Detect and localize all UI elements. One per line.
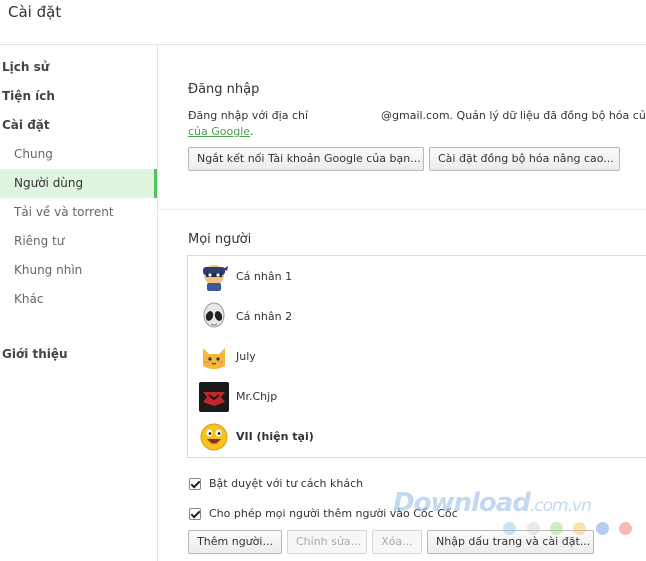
section-divider (158, 209, 646, 210)
guest-browsing-checkbox[interactable] (189, 478, 201, 490)
sidebar-item-users[interactable]: Người dùng (0, 169, 157, 198)
signin-description-period: . (250, 125, 254, 138)
people-list: Cá nhân 1 Cá nhân 2 July Mr.Chjp VII (hi… (187, 255, 646, 458)
person-name: Cá nhân 2 (236, 310, 293, 323)
download-watermark-logo: Download.com.vn (393, 488, 592, 518)
signin-description-line2: của Google. (188, 125, 254, 138)
google-dashboard-link[interactable]: của Google (188, 125, 250, 138)
watermark-dot (550, 522, 563, 535)
watermark-dot (596, 522, 609, 535)
watermark-dot (527, 522, 540, 535)
person-row[interactable]: Mr.Chjp (188, 378, 646, 418)
red-logo-avatar-icon (199, 382, 229, 412)
page-title: Cài đặt (8, 3, 62, 21)
watermark-dot (619, 522, 632, 535)
signin-section-title: Đăng nhập (188, 82, 260, 97)
sidebar-item-settings[interactable]: Cài đặt (0, 111, 157, 140)
advanced-sync-settings-button[interactable]: Cài đặt đồng bộ hóa nâng cao... (429, 147, 620, 171)
signin-description-email: @gmail.com. Quản lý dữ liệu đã đồng bộ h… (381, 109, 646, 122)
ninja-avatar-icon (199, 262, 229, 292)
add-person-button[interactable]: Thêm người... (188, 530, 282, 554)
allow-add-person-checkbox[interactable] (189, 508, 201, 520)
signin-description-prefix: Đăng nhập với địa chỉ (188, 109, 309, 122)
smiley-avatar-icon (199, 422, 229, 452)
sidebar-item-about[interactable]: Giới thiệu (0, 340, 157, 369)
sidebar-item-history[interactable]: Lịch sử (0, 53, 157, 82)
watermark-dot (573, 522, 586, 535)
person-name-current: VII (hiện tại) (236, 430, 314, 443)
sidebar: Lịch sử Tiện ích Cài đặt Chung Người dùn… (0, 45, 157, 561)
sidebar-divider (157, 45, 158, 561)
sidebar-item-general[interactable]: Chung (0, 140, 157, 169)
sidebar-item-extensions[interactable]: Tiện ích (0, 82, 157, 111)
watermark-dot (503, 522, 516, 535)
cat-avatar-icon (199, 342, 229, 372)
edit-person-button[interactable]: Chỉnh sửa... (287, 530, 367, 554)
sidebar-item-downloads[interactable]: Tải về và torrent (0, 198, 157, 227)
person-row[interactable]: July (188, 338, 646, 378)
person-row-current[interactable]: VII (hiện tại) (188, 418, 646, 458)
person-name: Cá nhân 1 (236, 270, 293, 283)
sidebar-item-other[interactable]: Khác (0, 285, 157, 314)
sidebar-item-privacy[interactable]: Riêng tư (0, 227, 157, 256)
delete-person-button[interactable]: Xóa... (372, 530, 422, 554)
alien-avatar-icon (199, 302, 229, 332)
watermark-suffix: .com.vn (529, 496, 592, 516)
person-name: July (236, 350, 256, 363)
person-row[interactable]: Cá nhân 1 (188, 258, 646, 298)
disconnect-google-account-button[interactable]: Ngắt kết nối Tài khoản Google của bạn... (188, 147, 424, 171)
person-row[interactable]: Cá nhân 2 (188, 298, 646, 338)
sidebar-item-appearance[interactable]: Khung nhìn (0, 256, 157, 285)
person-name: Mr.Chjp (236, 390, 278, 403)
people-section-title: Mọi người (188, 232, 252, 247)
guest-browsing-label: Bật duyệt với tư cách khách (209, 477, 364, 490)
watermark-text: Download (393, 488, 531, 518)
